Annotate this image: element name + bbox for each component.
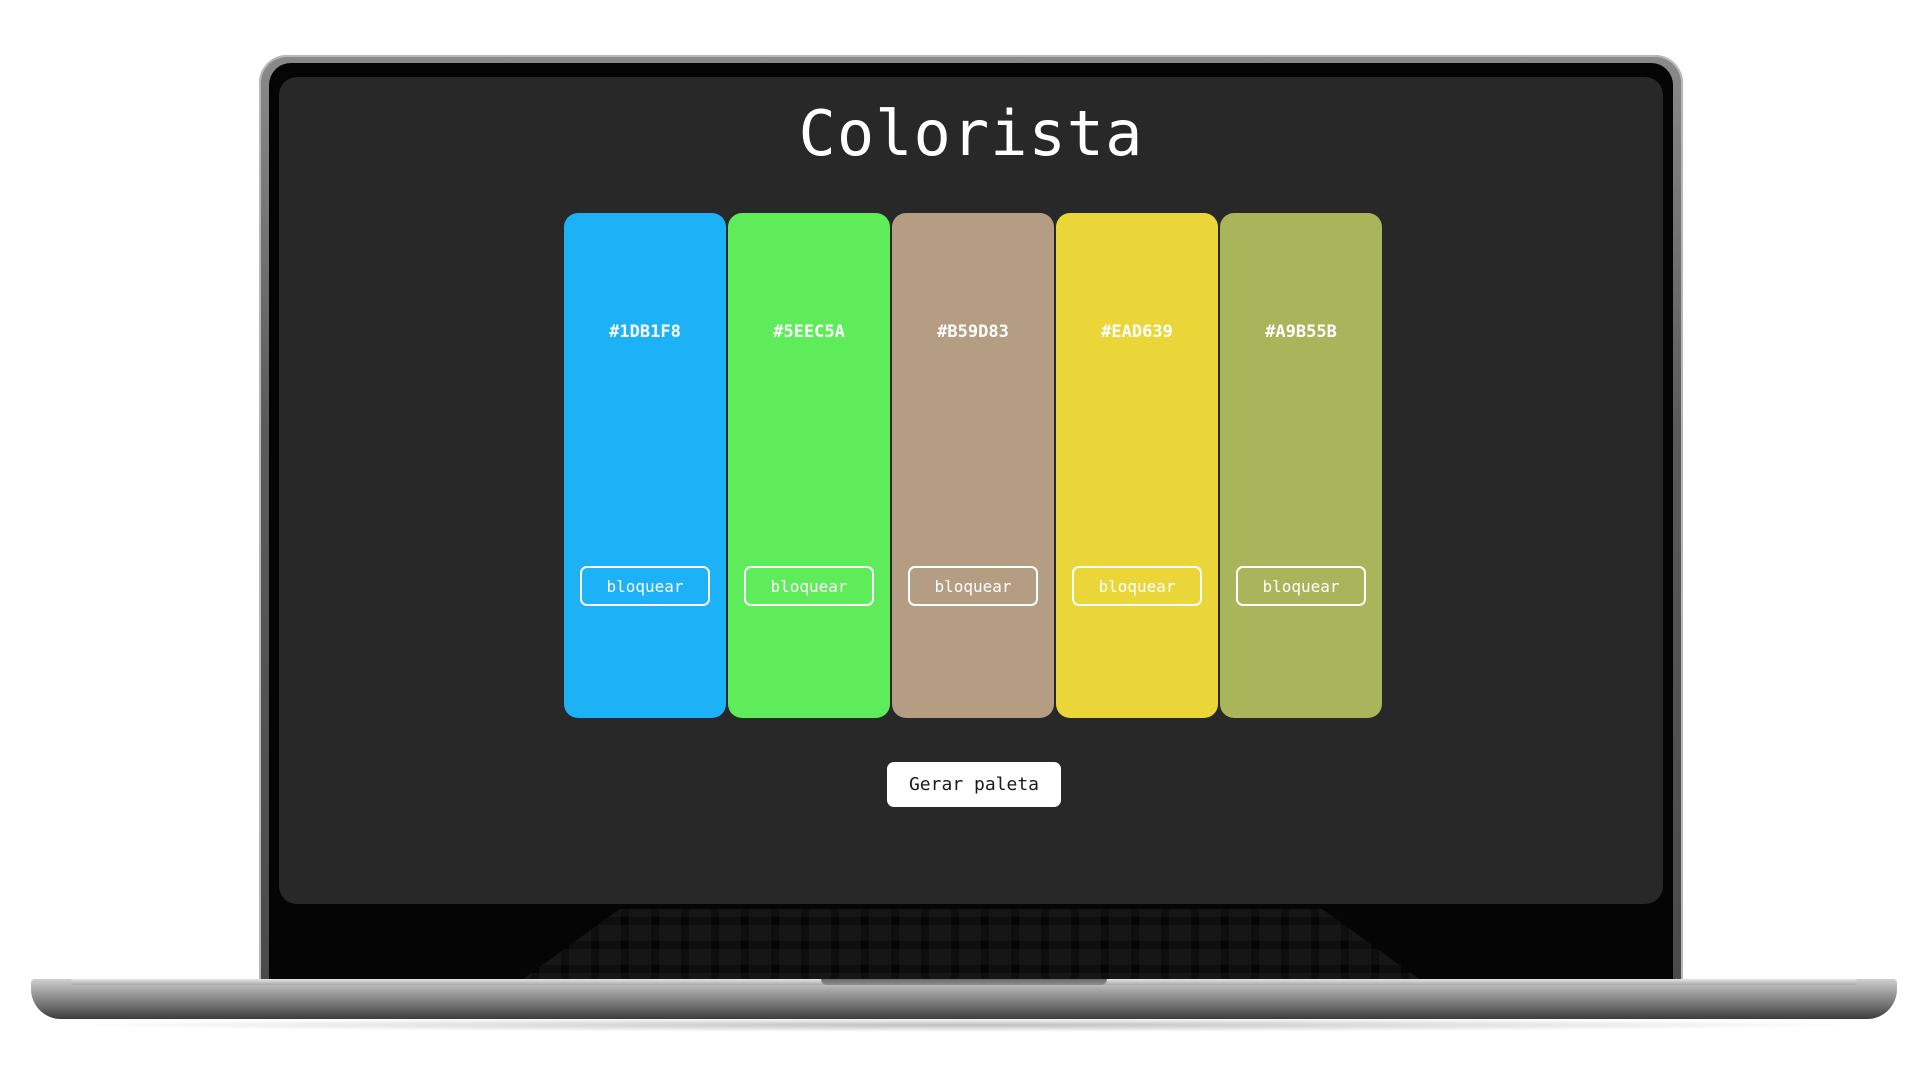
lock-button[interactable]: bloquear: [580, 566, 710, 606]
app-title: Colorista: [798, 97, 1144, 170]
color-swatch[interactable]: #EAD639 bloquear: [1056, 213, 1218, 718]
color-swatch[interactable]: #A9B55B bloquear: [1220, 213, 1382, 718]
color-swatch[interactable]: #B59D83 bloquear: [892, 213, 1054, 718]
color-palette: #1DB1F8 bloquear #5EEC5A bloquear #B59D8…: [564, 213, 1382, 718]
color-swatch[interactable]: #5EEC5A bloquear: [728, 213, 890, 718]
color-swatch[interactable]: #1DB1F8 bloquear: [564, 213, 726, 718]
hex-code-label: #A9B55B: [1265, 322, 1337, 342]
keyboard-reflection: [509, 909, 1433, 989]
laptop-base: [31, 979, 1897, 1019]
hex-code-label: #B59D83: [937, 322, 1009, 342]
lock-button[interactable]: bloquear: [1236, 566, 1366, 606]
laptop-mockup: Colorista #1DB1F8 bloquear #5EEC5A bloqu…: [0, 0, 1920, 1080]
generate-palette-button[interactable]: Gerar paleta: [887, 762, 1061, 807]
lock-button[interactable]: bloquear: [908, 566, 1038, 606]
hex-code-label: #EAD639: [1101, 322, 1173, 342]
laptop-notch: [821, 979, 1107, 985]
hex-code-label: #1DB1F8: [609, 322, 681, 342]
laptop-shadow: [60, 1018, 1870, 1032]
lock-button[interactable]: bloquear: [744, 566, 874, 606]
hex-code-label: #5EEC5A: [773, 322, 845, 342]
lock-button[interactable]: bloquear: [1072, 566, 1202, 606]
app-screen: Colorista #1DB1F8 bloquear #5EEC5A bloqu…: [279, 77, 1663, 904]
